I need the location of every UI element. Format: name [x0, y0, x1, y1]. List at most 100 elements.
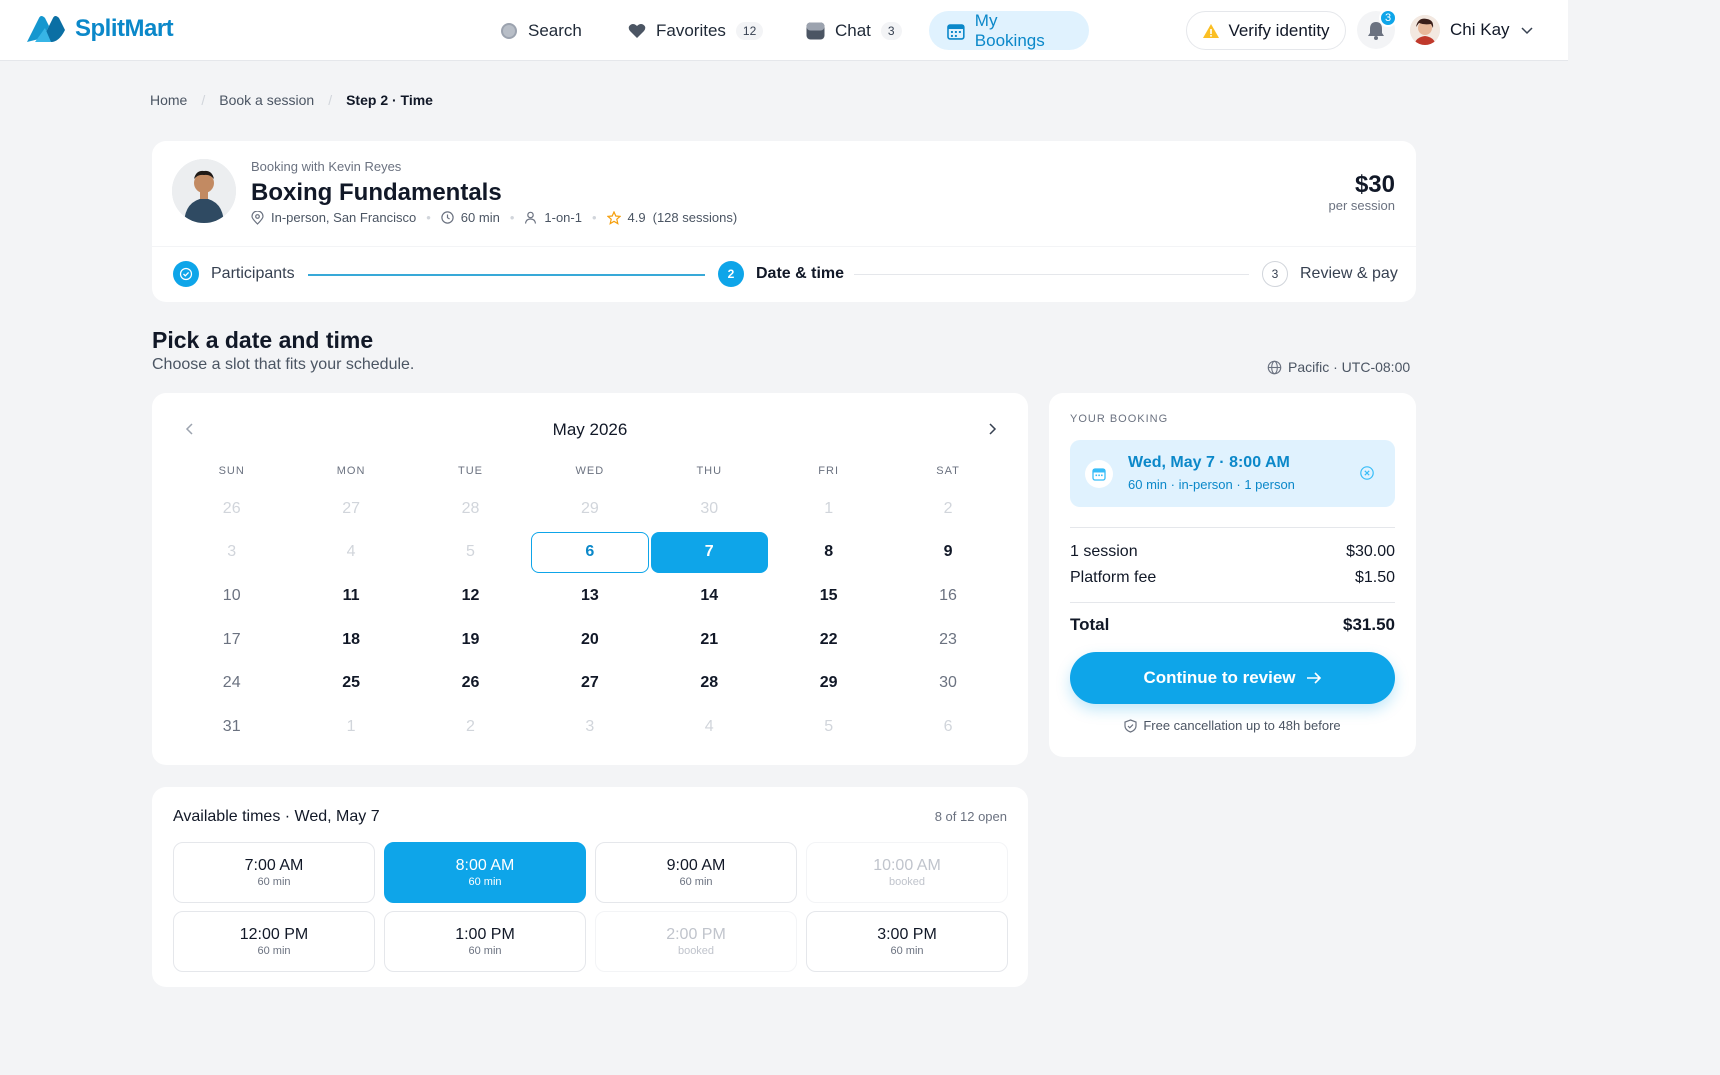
time-slot-duration: 60 min: [679, 876, 713, 888]
calendar-day: 3: [227, 543, 237, 561]
weekday-label: WED: [575, 465, 605, 477]
calendar-day[interactable]: 9: [889, 532, 1006, 574]
time-slot-time: 2:00 PM: [666, 926, 726, 943]
nav-search[interactable]: Search: [482, 11, 600, 50]
calendar-day: 30: [700, 499, 719, 517]
calendar-day[interactable]: 13: [531, 575, 648, 617]
calendar-day-selected[interactable]: 7: [650, 531, 768, 574]
weekday-label: SAT: [936, 465, 960, 477]
time-slot[interactable]: 7:00 AM 60 min: [173, 842, 375, 903]
cancellation-text: Free cancellation up to 48h before: [1143, 718, 1341, 733]
time-slot[interactable]: 9:00 AM 60 min: [595, 842, 797, 903]
line-item-label: Platform fee: [1070, 569, 1157, 586]
calendar-day[interactable]: 20: [531, 619, 648, 661]
chevron-down-icon: [1521, 27, 1533, 35]
top-nav: SplitMart Search Favorites 12 Chat 3 My …: [0, 0, 1568, 61]
step-connector: [854, 274, 1249, 275]
session-format: 1-on-1: [544, 210, 582, 225]
breadcrumb-book[interactable]: Book a session: [219, 92, 314, 108]
session-header: Booking with Kevin Reyes Boxing Fundamen…: [152, 141, 1416, 246]
time-slot-selected[interactable]: 8:00 AM 60 min: [384, 842, 586, 903]
calendar-day[interactable]: 31: [173, 706, 290, 748]
nav-favorites[interactable]: Favorites 12: [610, 11, 781, 50]
step-participants[interactable]: Participants: [173, 261, 295, 287]
calendar-day[interactable]: 17: [173, 619, 290, 661]
calendar-day[interactable]: 11: [292, 575, 409, 617]
session-rating: 4.9: [627, 210, 646, 225]
calendar-day[interactable]: 8: [770, 532, 887, 574]
star-icon: [606, 210, 621, 225]
calendar-day[interactable]: 23: [889, 619, 1006, 661]
line-item-session: 1 session $30.00: [1070, 543, 1395, 561]
open-slots-count: 8 of 12 open: [934, 809, 1007, 824]
calendar-day: 5: [466, 543, 475, 561]
calendar-grid: 26 27 28 29 30 1 2 3 4 5 6 7 8 9 10 11 12 13 14 15 16 17 18 19 2…: [172, 487, 1008, 749]
time-slot[interactable]: 12:00 PM 60 min: [173, 911, 375, 972]
meta-separator: •: [591, 210, 597, 225]
calendar-day[interactable]: 19: [412, 619, 529, 661]
calendar-day[interactable]: 18: [292, 619, 409, 661]
line-item-value: $30.00: [1346, 543, 1395, 560]
verify-identity-button[interactable]: Verify identity: [1186, 11, 1346, 50]
breadcrumb-home[interactable]: Home: [150, 92, 187, 108]
calendar-day: 4: [704, 717, 714, 735]
calendar-day[interactable]: 15: [770, 575, 887, 617]
meta-separator: •: [426, 210, 431, 225]
calendar-day[interactable]: 14: [651, 575, 768, 617]
cancellation-note: Free cancellation up to 48h before: [1049, 718, 1416, 733]
calendar-day[interactable]: 24: [173, 662, 290, 704]
time-slot[interactable]: 3:00 PM 60 min: [806, 911, 1008, 972]
verify-identity-label: Verify identity: [1228, 20, 1330, 40]
breadcrumb: Home / Book a session / Step 2 · Time: [150, 92, 433, 108]
calendar-day[interactable]: 25: [292, 662, 409, 704]
time-slot[interactable]: 1:00 PM 60 min: [384, 911, 586, 972]
brand-logo[interactable]: SplitMart: [25, 12, 174, 46]
calendar-day[interactable]: 29: [770, 662, 887, 704]
calendar-day: 26: [222, 499, 241, 517]
calendar-day[interactable]: 12: [412, 575, 529, 617]
continue-to-review-button[interactable]: Continue to review: [1070, 652, 1395, 704]
calendar-day[interactable]: 30: [889, 662, 1006, 704]
selected-slot-time: Wed, May 7 · 8:00 AM: [1128, 454, 1290, 471]
calendar-day: 29: [580, 499, 599, 517]
notifications-count-badge: 3: [1379, 9, 1397, 27]
nav-chat-label: Chat: [835, 20, 871, 40]
close-circle-icon: [1360, 466, 1374, 480]
calendar-month: May 2026: [552, 420, 628, 439]
calendar-day: 1: [346, 717, 356, 735]
session-count: (128 sessions): [652, 210, 738, 225]
calendar-day[interactable]: 21: [651, 619, 768, 661]
calendar-day[interactable]: 16: [889, 575, 1006, 617]
step-number: 2: [718, 261, 744, 287]
next-month-button[interactable]: [982, 419, 1002, 439]
time-slot-duration: 60 min: [468, 945, 502, 957]
calendar-day: 2: [943, 499, 953, 517]
calendar-day[interactable]: 28: [651, 662, 768, 704]
times-title: Available times · Wed, May 7: [173, 808, 380, 825]
calendar-day-today[interactable]: 6: [531, 531, 649, 574]
logo-mark-icon: [27, 16, 65, 42]
line-item-fee: Platform fee $1.50: [1070, 569, 1395, 587]
shield-check-icon: [1124, 718, 1137, 733]
divider: [1070, 602, 1395, 603]
calendar-day: 4: [346, 543, 356, 561]
nav-chat[interactable]: Chat 3: [788, 11, 920, 50]
calendar-day: 1: [824, 499, 834, 517]
line-item-value: $1.50: [1354, 569, 1395, 586]
time-slot-duration: booked: [888, 876, 926, 888]
calendar-day[interactable]: 27: [531, 662, 648, 704]
time-slot-duration: booked: [677, 945, 715, 957]
page-title: Pick a date and time: [152, 327, 374, 353]
user-menu[interactable]: Chi Kay: [1410, 12, 1534, 48]
clear-selection-button[interactable]: [1359, 465, 1375, 481]
calendar-day[interactable]: 10: [173, 575, 290, 617]
calendar-day[interactable]: 22: [770, 619, 887, 661]
step-review-pay[interactable]: 3 Review & pay: [1262, 261, 1398, 287]
timezone-selector[interactable]: Pacific · UTC-08:00: [1267, 359, 1410, 375]
calendar-day[interactable]: 26: [412, 662, 529, 704]
step-label: Participants: [211, 265, 295, 282]
nav-my-bookings[interactable]: My Bookings: [929, 11, 1089, 50]
step-date-time[interactable]: 2 Date & time: [718, 261, 844, 287]
time-slot-duration: 60 min: [890, 945, 924, 957]
step-connector: [308, 274, 705, 276]
